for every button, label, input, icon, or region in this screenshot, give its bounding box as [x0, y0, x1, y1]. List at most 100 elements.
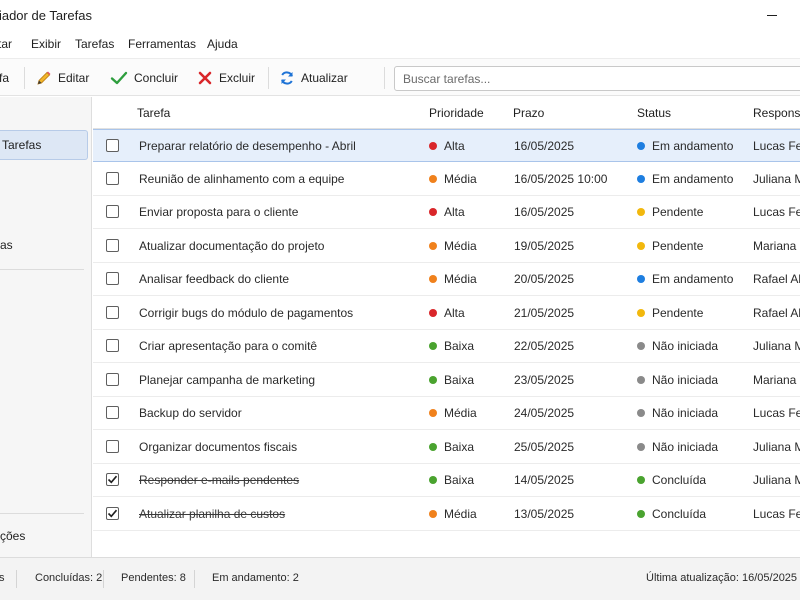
task-title: Criar apresentação para o comitê: [139, 339, 318, 353]
priority-cell: Alta: [429, 306, 465, 320]
toolbar-separator: [384, 67, 385, 89]
column-header-responsavel[interactable]: Responsáv: [753, 106, 800, 120]
sidebar-item-categorias[interactable]: as: [0, 230, 88, 260]
task-title: Corrigir bugs do módulo de pagamentos: [139, 305, 354, 320]
delete-button[interactable]: Excluir: [197, 59, 255, 97]
task-checkbox[interactable]: [106, 372, 119, 386]
table-row[interactable]: Enviar proposta para o cliente Alta 16/05/…: [93, 196, 800, 229]
due-date: 21/05/2025: [514, 305, 575, 320]
sidebar-separator: [0, 513, 84, 514]
sidebar-item-label: as: [0, 238, 13, 252]
status-label: Não iniciada: [652, 372, 719, 387]
priority-label: Alta: [444, 205, 465, 219]
task-checkbox[interactable]: [106, 473, 119, 486]
status-label: Pendente: [652, 238, 704, 253]
table-row[interactable]: Analisar feedback do cliente Média 20/05/2…: [93, 263, 800, 296]
table-row[interactable]: Atualizar planilha de custos Média 13/05/2…: [93, 497, 800, 531]
status-label: Não iniciada: [652, 439, 719, 454]
title-bar: enciador de Tarefas: [0, 0, 800, 30]
priority-dot-icon: [429, 342, 437, 350]
priority-label: Alta: [444, 305, 465, 320]
status-completed: Concluídas: 2: [35, 572, 103, 584]
column-header-prazo[interactable]: Prazo: [513, 106, 544, 120]
x-icon: [198, 71, 212, 85]
status-dot-icon: [637, 442, 645, 451]
priority-dot-icon: [429, 476, 437, 484]
status-cell: Em andamento: [637, 272, 733, 286]
task-checkbox[interactable]: [106, 506, 119, 520]
task-checkbox[interactable]: [106, 439, 119, 453]
task-title: Atualizar documentação do projeto: [139, 238, 325, 253]
priority-dot-icon: [429, 509, 437, 518]
menu-editar[interactable]: tar: [0, 37, 12, 51]
task-title: Organizar documentos fiscais: [139, 439, 298, 454]
task-checkbox[interactable]: [106, 406, 119, 419]
status-bar: s Concluídas: 2 Pendentes: 8 Em andament…: [0, 557, 800, 600]
status-total: s: [0, 572, 5, 584]
status-label: Não iniciada: [652, 339, 719, 353]
table-header: Tarefa Prioridade Prazo Status Responsáv: [93, 97, 800, 129]
menu-exibir[interactable]: Exibir: [31, 37, 61, 51]
status-cell: Em andamento: [637, 139, 733, 153]
check-icon: [107, 475, 118, 484]
menu-ajuda[interactable]: Ajuda: [207, 37, 238, 51]
refresh-button[interactable]: Atualizar: [279, 59, 348, 97]
status-cell: Não iniciada: [637, 339, 718, 353]
priority-label: Baixa: [444, 439, 475, 454]
sidebar-item-configuracoes[interactable]: ções: [0, 521, 88, 551]
column-header-tarefa[interactable]: Tarefa: [137, 106, 170, 120]
status-dot-icon: [637, 208, 645, 216]
table-row[interactable]: Preparar relatório de desempenho - Abril…: [93, 129, 800, 162]
menu-ferramentas[interactable]: Ferramentas: [128, 37, 196, 51]
status-cell: Em andamento: [637, 172, 733, 186]
status-label: Em andamento: [652, 139, 734, 153]
search-input[interactable]: [394, 66, 800, 91]
status-separator: [16, 570, 17, 588]
owner-name: Juliana Me: [753, 171, 800, 186]
status-label: Concluída: [652, 473, 707, 487]
edit-button[interactable]: Editar: [36, 59, 89, 97]
new-task-button[interactable]: fa: [0, 59, 9, 97]
table-row[interactable]: Criar apresentação para o comitê Baixa 22/…: [93, 330, 800, 363]
sidebar: Tarefas as ções: [0, 97, 92, 557]
table-row[interactable]: Backup do servidor Média 24/05/2025 Não ini…: [93, 397, 800, 430]
status-dot-icon: [637, 241, 645, 250]
column-header-prioridade[interactable]: Prioridade: [429, 106, 484, 120]
task-checkbox[interactable]: [106, 139, 119, 152]
owner-name: Rafael Alm: [753, 272, 800, 286]
priority-label: Média: [444, 406, 477, 420]
status-dot-icon: [637, 308, 645, 317]
minimize-button[interactable]: [754, 0, 790, 30]
edit-label: Editar: [58, 71, 90, 85]
task-title: Preparar relatório de desempenho - Abril: [139, 139, 356, 153]
priority-dot-icon: [429, 442, 437, 451]
complete-button[interactable]: Concluir: [110, 59, 178, 97]
table-row[interactable]: Organizar documentos fiscais Baixa 25/05/2…: [93, 430, 800, 464]
table-row[interactable]: Reunião de alinhamento com a equipe Média…: [93, 162, 800, 196]
task-title: Responder e-mails pendentes: [139, 473, 300, 487]
task-checkbox[interactable]: [106, 205, 119, 218]
task-checkbox[interactable]: [106, 339, 119, 352]
task-checkbox[interactable]: [106, 272, 119, 285]
task-checkbox[interactable]: [106, 238, 119, 252]
table-row[interactable]: Corrigir bugs do módulo de pagamentos Alt…: [93, 296, 800, 330]
status-separator: [194, 570, 195, 588]
checkmark-icon: [110, 71, 128, 85]
priority-label: Baixa: [444, 372, 475, 387]
task-checkbox[interactable]: [106, 171, 119, 185]
due-date: 16/05/2025: [514, 139, 575, 153]
menu-tarefas[interactable]: Tarefas: [75, 37, 114, 51]
toolbar: fa Editar Concluir Excluir Atualizar: [0, 58, 800, 96]
table-row[interactable]: Atualizar documentação do projeto Média 19…: [93, 229, 800, 263]
task-title: Enviar proposta para o cliente: [139, 205, 299, 219]
status-separator: [103, 570, 104, 588]
table-row[interactable]: Responder e-mails pendentes Baixa 14/05/20…: [93, 464, 800, 497]
priority-dot-icon: [429, 174, 437, 183]
task-checkbox[interactable]: [106, 305, 119, 319]
priority-cell: Média: [429, 272, 477, 286]
sidebar-item-tarefas[interactable]: Tarefas: [0, 130, 88, 160]
task-title: Backup do servidor: [139, 406, 242, 420]
column-header-status[interactable]: Status: [637, 106, 671, 120]
table-row[interactable]: Planejar campanha de marketing Baixa 23/05…: [93, 363, 800, 397]
priority-dot-icon: [429, 308, 437, 317]
